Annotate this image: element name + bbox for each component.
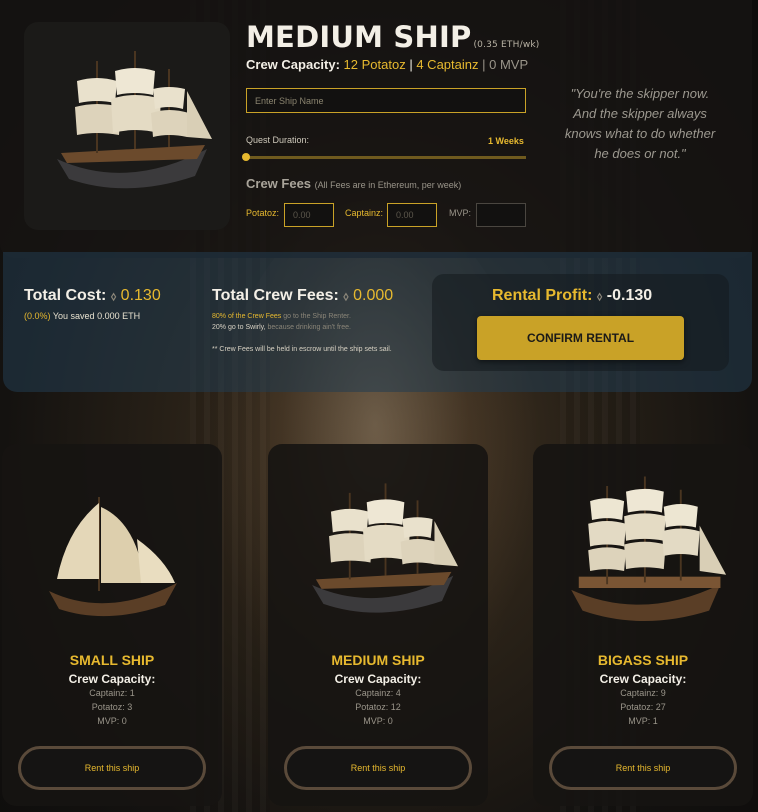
ship-card-potatoz: Potatoz: 3	[91, 702, 133, 712]
crew-fee-split-swirly: 20% go to Swirly,	[212, 324, 266, 331]
warship-ship-icon	[571, 476, 727, 622]
ship-card-capacity-title: Crew Capacity:	[68, 672, 156, 686]
crew-fee-split-note: 80% of the Crew Fees go to the Ship Rent…	[212, 311, 351, 333]
ship-title: MEDIUM SHIP	[246, 20, 472, 54]
ship-card-small: SMALL SHIP Crew Capacity: Captainz: 1 Po…	[2, 444, 222, 806]
ship-name-input[interactable]	[246, 88, 526, 113]
ship-card-potatoz: Potatoz: 27	[620, 702, 666, 712]
ethereum-icon: ⬨	[343, 289, 349, 303]
crew-fees-title: Crew Fees	[246, 176, 312, 191]
ship-card-name: SMALL SHIP	[69, 652, 155, 668]
total-cost: Total Cost: ⬨ 0.130	[24, 287, 161, 305]
ship-card-captainz: Captainz: 1	[89, 688, 135, 698]
ship-card-capacity-title: Crew Capacity:	[334, 672, 422, 686]
galleon-ship-icon	[57, 51, 212, 189]
quest-duration-slider-handle[interactable]	[242, 153, 250, 161]
total-crew-fees-value: 0.000	[353, 287, 394, 304]
total-cost-label: Total Cost:	[24, 287, 107, 304]
rental-profit-label: Rental Profit:	[492, 287, 593, 304]
rental-profit: Rental Profit: ⬨ -0.130	[492, 287, 652, 305]
crew-captainz: 4 Captainz	[416, 57, 479, 72]
savings-text: You saved 0.000 ETH	[52, 311, 141, 321]
mvp-fee-input[interactable]	[476, 203, 526, 227]
ship-card-bigass: BIGASS SHIP Crew Capacity: Captainz: 9 P…	[533, 444, 753, 806]
ship-card-medium: MEDIUM SHIP Crew Capacity: Captainz: 4 P…	[268, 444, 488, 806]
page-title: MEDIUM SHIP (0.35 ETH/wk)	[246, 20, 540, 54]
total-crew-fees: Total Crew Fees: ⬨ 0.000	[212, 287, 393, 305]
quest-duration-label: Quest Duration:	[246, 135, 310, 145]
skipper-quote: "You're the skipper now. And the skipper…	[564, 86, 716, 161]
crew-fees-heading: Crew Fees (All Fees are in Ethereum, per…	[246, 176, 461, 191]
potatoz-fee-input[interactable]	[284, 203, 334, 227]
weekly-rate: (0.35 ETH/wk)	[473, 40, 540, 50]
captainz-fee-label: Captainz:	[345, 208, 384, 218]
ship-card-mvp: MVP: 0	[97, 716, 127, 726]
ethereum-icon: ⬨	[596, 289, 603, 303]
sloop-ship-icon	[49, 497, 177, 617]
crew-mvp: 0 MVP	[489, 57, 529, 72]
savings-line: (0.0%) You saved 0.000 ETH	[24, 311, 140, 321]
ship-card-capacity-title: Crew Capacity:	[599, 672, 687, 686]
ship-card-captainz: Captainz: 4	[355, 688, 401, 698]
savings-percent: (0.0%)	[24, 311, 51, 321]
galleon-ship-icon	[312, 483, 458, 613]
separator: |	[482, 57, 486, 72]
rent-medium-ship-button[interactable]: Rent this ship	[284, 746, 472, 790]
rental-profit-value: -0.130	[606, 287, 653, 304]
crew-capacity-label: Crew Capacity:	[246, 57, 340, 72]
crew-capacity-line: Crew Capacity: 12 Potatoz | 4 Captainz |…	[246, 57, 528, 72]
escrow-note: ** Crew Fees will be held in escrow unti…	[212, 346, 392, 353]
crew-fee-split-highlight: 80% of the Crew Fees	[212, 313, 282, 320]
rent-bigass-ship-button[interactable]: Rent this ship	[549, 746, 737, 790]
quest-duration-slider[interactable]	[246, 156, 526, 159]
ship-card-mvp: MVP: 1	[628, 716, 658, 726]
total-crew-fees-label: Total Crew Fees:	[212, 287, 339, 304]
selected-ship-image	[24, 22, 230, 230]
ship-card-captainz: Captainz: 9	[620, 688, 666, 698]
ethereum-icon: ⬨	[110, 289, 117, 303]
mvp-fee-label: MVP:	[449, 208, 472, 218]
ship-card-mvp: MVP: 0	[363, 716, 393, 726]
crew-potatoz: 12 Potatoz	[343, 57, 406, 72]
small-ship-image	[2, 464, 222, 644]
rent-small-ship-button[interactable]: Rent this ship	[18, 746, 206, 790]
potatoz-fee-label: Potatoz:	[246, 208, 280, 218]
quest-duration-value: 1 Weeks	[488, 136, 524, 146]
ship-card-name: MEDIUM SHIP	[331, 652, 425, 668]
bigass-ship-image	[533, 464, 753, 644]
medium-ship-image	[268, 464, 488, 644]
crew-fees-note: (All Fees are in Ethereum, per week)	[314, 180, 462, 190]
captainz-fee-input[interactable]	[387, 203, 437, 227]
separator: |	[409, 57, 413, 72]
crew-fee-split-joke: because drinking ain't free.	[267, 324, 351, 331]
crew-fee-split-renter: go to the Ship Renter.	[283, 313, 351, 320]
ship-card-name: BIGASS SHIP	[597, 652, 689, 668]
total-cost-value: 0.130	[120, 287, 161, 304]
ship-card-potatoz: Potatoz: 12	[355, 702, 401, 712]
confirm-rental-button[interactable]: CONFIRM RENTAL	[477, 316, 684, 360]
